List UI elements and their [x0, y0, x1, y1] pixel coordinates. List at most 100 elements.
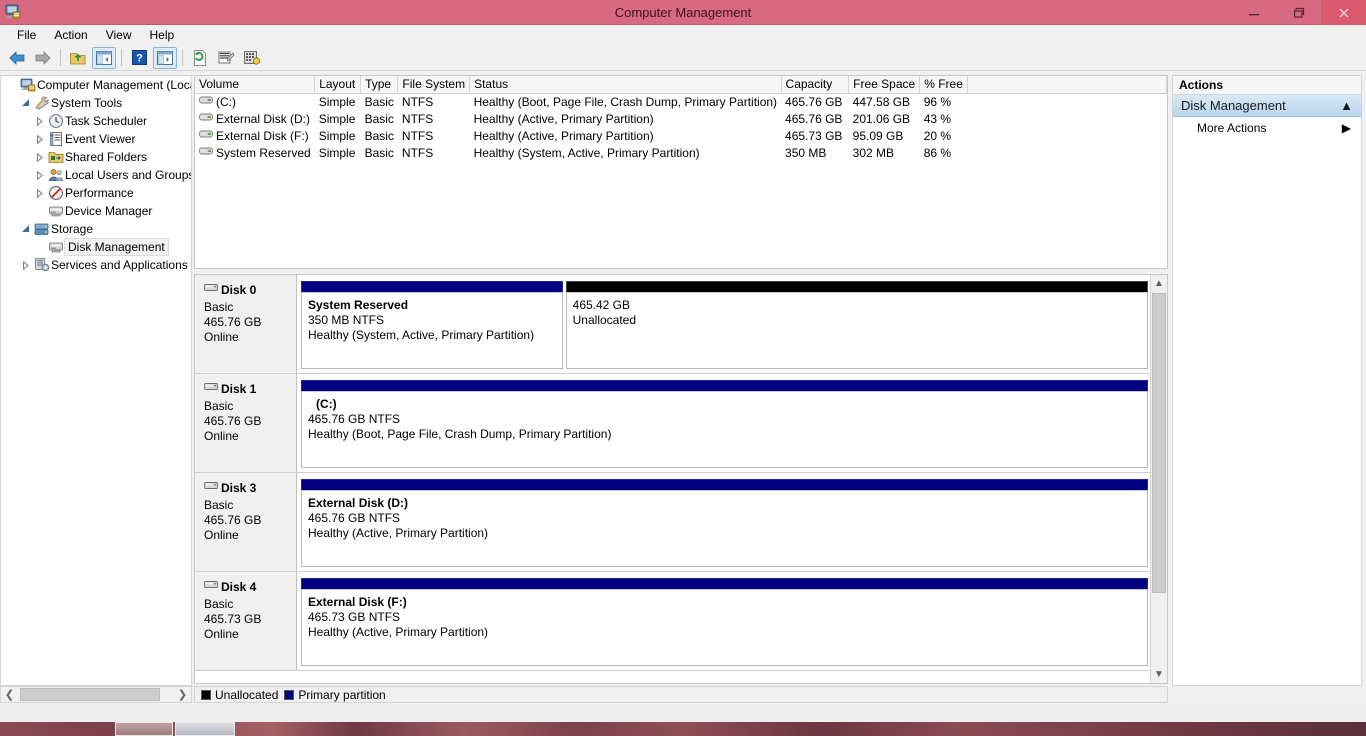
volume-capacity-cell: 350 MB	[785, 145, 827, 160]
volume-column-header-capacity[interactable]: Capacity	[781, 76, 850, 94]
twisty-collapsed-icon[interactable]	[31, 184, 47, 202]
scroll-left-icon[interactable]: ❮	[1, 687, 18, 702]
volume-column-header-free[interactable]: % Free	[919, 76, 968, 94]
sidebar-item-local-users-and-groups[interactable]: Local Users and Groups	[1, 166, 191, 184]
volume-column-header-type[interactable]: Type	[360, 76, 399, 94]
volume-name-cell: External Disk (F:)	[195, 127, 315, 144]
partition-block[interactable]: External Disk (D:) 465.76 GB NTFS Healthy …	[301, 479, 1148, 567]
twisty-collapsed-icon[interactable]	[17, 256, 33, 274]
sidebar-item-performance[interactable]: Performance	[1, 184, 191, 202]
table-row[interactable]: External Disk (D:) Simple Basic NTFS Healthy…	[195, 110, 1167, 127]
scroll-up-icon[interactable]: ▲	[1151, 275, 1167, 292]
forward-button[interactable]	[31, 47, 55, 69]
twisty-collapsed-icon[interactable]	[31, 148, 47, 166]
twisty-collapsed-icon[interactable]	[31, 130, 47, 148]
legend-label-primary: Primary partition	[298, 687, 386, 702]
computer-management-window: Computer Management File Action View Hel…	[0, 0, 1366, 736]
volume-list[interactable]: Volume Layout Type File System Status Capacit…	[194, 75, 1168, 269]
actions-group-label: Disk Management	[1181, 98, 1286, 113]
volume-column-header-status[interactable]: Status	[469, 76, 782, 94]
toolbar-separator	[60, 49, 61, 66]
sidebar-item-disk-management[interactable]: Disk Management	[1, 238, 191, 256]
twisty-collapsed-icon[interactable]	[31, 112, 47, 130]
table-row[interactable]: (C:) Simple Basic NTFS Healthy (Boot, Page F…	[195, 93, 1167, 110]
disk-partitions: (C:) 465.76 GB NTFS Healthy (Boot, Page Fi…	[297, 374, 1152, 472]
disk-info-panel[interactable]: Disk 3 Basic 465.76 GB Online	[195, 473, 297, 571]
table-row[interactable]: System Reserved Simple Basic NTFS Healthy (S…	[195, 144, 1167, 161]
up-one-level-button[interactable]	[66, 47, 90, 69]
properties-button[interactable]	[214, 47, 238, 69]
sidebar-item-device-manager[interactable]: Device Manager	[1, 202, 191, 220]
volume-icon	[199, 145, 213, 160]
volume-column-header-layout[interactable]: Layout	[314, 76, 362, 94]
volume-column-header-volume[interactable]: Volume	[195, 76, 316, 94]
sidebar-item-event-viewer[interactable]: Event Viewer	[1, 130, 191, 148]
volume-column-header-file-system[interactable]: File System	[397, 76, 471, 94]
disk-scroll-thumb[interactable]	[1152, 293, 1166, 593]
tree-scroll-track[interactable]	[18, 687, 174, 702]
sidebar-item-shared-folders[interactable]: Shared Folders	[1, 148, 191, 166]
disk-legend: Unallocated Primary partition	[194, 686, 1168, 703]
twisty-expanded-icon[interactable]	[17, 220, 33, 238]
maximize-button[interactable]	[1276, 0, 1321, 25]
twisty-expanded-icon[interactable]	[17, 94, 33, 112]
sidebar-item-system-tools[interactable]: System Tools	[1, 94, 191, 112]
actions-group-disk-management[interactable]: Disk Management ▲	[1173, 95, 1361, 117]
sidebar-item-task-scheduler[interactable]: Task Scheduler	[1, 112, 191, 130]
chevron-up-icon[interactable]: ▲	[1340, 98, 1353, 113]
close-button[interactable]	[1321, 0, 1366, 25]
sidebar-item-label: Local Users and Groups	[65, 168, 192, 182]
sidebar-item-storage[interactable]: Storage	[1, 220, 191, 238]
disk-info-panel[interactable]: Disk 0 Basic 465.76 GB Online	[195, 275, 297, 373]
tree-horizontal-scrollbar[interactable]: ❮ ❯	[0, 686, 192, 703]
help-button[interactable]: ?	[127, 47, 151, 69]
partition-status: Healthy (System, Active, Primary Partiti…	[308, 328, 535, 342]
disk-graphical-view[interactable]: Disk 0 Basic 465.76 GB Online System Reserve…	[194, 274, 1168, 684]
actions-item-more-actions[interactable]: More Actions ▶	[1173, 117, 1361, 139]
disk-title: Disk 3	[204, 481, 296, 495]
disk-row[interactable]: Disk 1 Basic 465.76 GB Online (C:) 465.76 GB …	[195, 374, 1152, 473]
chevron-right-icon: ▶	[1341, 121, 1351, 135]
disk-row[interactable]: Disk 0 Basic 465.76 GB Online System Reserve…	[195, 275, 1152, 374]
menu-view[interactable]: View	[97, 26, 141, 44]
minimize-button[interactable]	[1231, 0, 1276, 25]
partition-block[interactable]: (C:) 465.76 GB NTFS Healthy (Boot, Page Fi…	[301, 380, 1148, 468]
table-row[interactable]: External Disk (F:) Simple Basic NTFS Healthy…	[195, 127, 1167, 144]
disk-row[interactable]: Disk 3 Basic 465.76 GB Online External Disk …	[195, 473, 1152, 572]
sidebar-item-computer-management-local[interactable]: Computer Management (Local	[1, 76, 191, 94]
actions-header: Actions	[1173, 76, 1361, 95]
partition-block[interactable]: System Reserved 350 MB NTFS Healthy (Syste…	[301, 281, 563, 369]
menu-file[interactable]: File	[8, 26, 45, 44]
console-tree[interactable]: Computer Management (Local System Tools Ta…	[0, 75, 192, 686]
tree-scroll-thumb[interactable]	[20, 688, 160, 701]
volume-column-header-filler[interactable]	[967, 76, 1167, 94]
show-hide-console-tree-button[interactable]	[92, 46, 116, 69]
volume-column-header-free-space[interactable]: Free Space	[848, 76, 921, 94]
rescan-disks-button[interactable]	[240, 47, 264, 69]
twisty-collapsed-icon[interactable]	[31, 166, 47, 184]
twisty-none	[31, 238, 47, 256]
twisty-none	[3, 76, 19, 94]
back-button[interactable]	[5, 47, 29, 69]
taskbar-window-thumbnail-1[interactable]	[115, 722, 173, 736]
disk-vertical-scrollbar[interactable]: ▲ ▼	[1150, 275, 1167, 683]
storage-icon	[33, 221, 51, 237]
sidebar-item-services-and-applications[interactable]: Services and Applications	[1, 256, 191, 274]
sidebar-item-label: Services and Applications	[51, 258, 188, 272]
disk-info-panel[interactable]: Disk 1 Basic 465.76 GB Online	[195, 374, 297, 472]
unallocated-partition[interactable]: 465.42 GB Unallocated	[565, 281, 1148, 369]
menu-help[interactable]: Help	[141, 26, 184, 44]
sidebar-item-label: Performance	[65, 186, 134, 200]
partition-block[interactable]: External Disk (F:) 465.73 GB NTFS Healthy …	[301, 578, 1148, 666]
scroll-right-icon[interactable]: ❯	[174, 687, 191, 702]
disk-name: Disk 3	[221, 481, 257, 495]
disk-info-panel[interactable]: Disk 4 Basic 465.73 GB Online	[195, 572, 297, 670]
disk-icon	[204, 283, 218, 297]
scroll-down-icon[interactable]: ▼	[1151, 666, 1167, 683]
volume-icon	[199, 111, 213, 126]
taskbar-window-thumbnail-2[interactable]	[175, 722, 235, 736]
disk-row[interactable]: Disk 4 Basic 465.73 GB Online External Disk …	[195, 572, 1152, 671]
refresh-button[interactable]	[188, 47, 212, 69]
menu-action[interactable]: Action	[45, 26, 96, 44]
show-hide-action-pane-button[interactable]	[153, 46, 177, 69]
